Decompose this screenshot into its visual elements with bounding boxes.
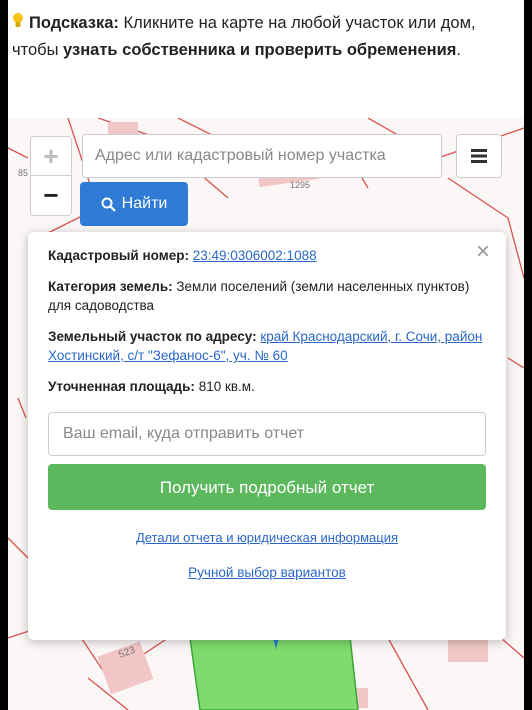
- screen: Подсказка: Кликните на карте на любой уч…: [8, 0, 524, 710]
- get-report-button[interactable]: Получить подробный отчет: [48, 464, 486, 510]
- menu-button[interactable]: [456, 134, 502, 178]
- hint-text: Подсказка: Кликните на карте на любой уч…: [12, 10, 512, 63]
- land-category-value: Земли поселений (земли населенных пункто…: [176, 279, 470, 294]
- area-value: 810 кв.м.: [198, 379, 255, 394]
- lightbulb-icon: [12, 11, 25, 37]
- hint-bold: узнать собственника и проверить обремене…: [63, 41, 457, 59]
- find-button[interactable]: Найти: [80, 182, 188, 226]
- report-details-link[interactable]: Детали отчета и юридическая информация: [136, 530, 398, 545]
- map-label-85: 85: [18, 168, 28, 178]
- area-row: Уточненная площадь: 810 кв.м.: [48, 379, 255, 394]
- map-label-1295: 1295: [290, 180, 310, 190]
- cadastral-map[interactable]: 1295 85 523 + − Адрес или кадастровый но…: [8, 118, 524, 710]
- hamburger-icon: [471, 149, 487, 163]
- land-category-row: Категория земель: Земли поселений (земли…: [48, 279, 470, 313]
- manual-selection-link[interactable]: Ручной выбор вариантов: [188, 565, 346, 580]
- close-icon[interactable]: ×: [476, 240, 490, 264]
- zoom-controls: + −: [30, 136, 72, 216]
- search-icon: [101, 197, 116, 212]
- hint-label: Подсказка:: [29, 14, 119, 32]
- cadastral-number-link[interactable]: 23:49:0306002:1088: [193, 248, 317, 263]
- parcel-info-popup: × Кадастровый номер: 23:49:0306002:1088 …: [28, 232, 506, 640]
- find-button-label: Найти: [121, 195, 168, 212]
- cadastral-number-row: Кадастровый номер: 23:49:0306002:1088: [48, 248, 317, 263]
- zoom-out-button[interactable]: −: [31, 176, 71, 214]
- address-row: Земельный участок по адресу: край Красно…: [48, 329, 483, 363]
- email-input[interactable]: Ваш email, куда отправить отчет: [48, 412, 486, 456]
- zoom-in-button[interactable]: +: [31, 137, 71, 176]
- land-purpose: для садоводства: [48, 298, 155, 313]
- search-input[interactable]: Адрес или кадастровый номер участка: [82, 134, 442, 178]
